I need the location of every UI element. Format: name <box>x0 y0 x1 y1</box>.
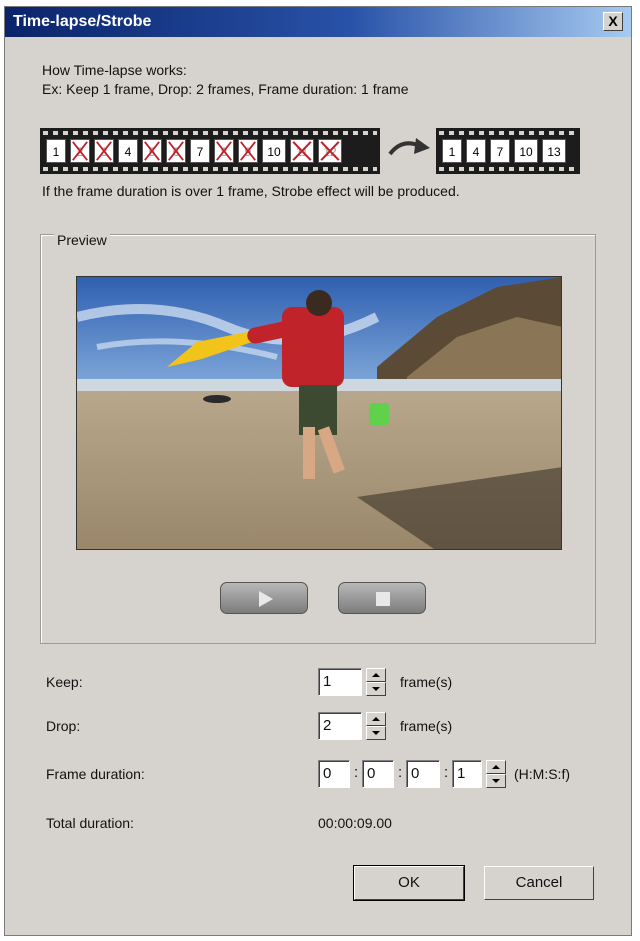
beach-scene-image <box>77 277 561 549</box>
kept-frame: 1 <box>46 139 66 163</box>
cross-mark-icon <box>216 141 232 161</box>
drop-down-arrow-icon[interactable] <box>366 726 386 740</box>
kept-frame: 7 <box>190 139 210 163</box>
frame-duration-label: Frame duration: <box>46 766 145 782</box>
preview-group-label: Preview <box>54 232 110 248</box>
cross-mark-icon <box>168 141 184 161</box>
ok-button[interactable]: OK <box>353 865 465 901</box>
close-icon: X <box>608 13 618 29</box>
close-button[interactable]: X <box>603 12 623 31</box>
dropped-frame: 8 <box>214 139 234 163</box>
duration-up-arrow-icon[interactable] <box>486 760 506 774</box>
cross-mark-icon <box>292 141 312 161</box>
dropped-frame: 12 <box>318 139 342 163</box>
keep-stepper[interactable] <box>366 668 386 696</box>
intro-line-1: How Time-lapse works: <box>42 62 187 78</box>
keep-input[interactable]: 1 <box>318 668 362 696</box>
duration-seconds-input[interactable]: 0 <box>406 760 440 788</box>
cross-mark-icon <box>72 141 88 161</box>
result-filmstrip: 1 4 7 10 13 <box>436 128 580 174</box>
title-bar: Time-lapse/Strobe X <box>5 7 631 37</box>
drop-label: Drop: <box>46 718 81 734</box>
arrow-right-icon <box>388 138 430 156</box>
result-frame: 13 <box>542 139 566 163</box>
drop-unit: frame(s) <box>400 718 453 734</box>
result-frame: 10 <box>514 139 538 163</box>
keep-down-arrow-icon[interactable] <box>366 682 386 696</box>
dropped-frame: 2 <box>70 139 90 163</box>
kept-frame: 4 <box>118 139 138 163</box>
stop-icon <box>376 592 390 606</box>
duration-down-arrow-icon[interactable] <box>486 774 506 788</box>
duration-minutes-input[interactable]: 0 <box>362 760 394 788</box>
cross-mark-icon <box>320 141 340 161</box>
dropped-frame: 5 <box>142 139 162 163</box>
strobe-note: If the frame duration is over 1 frame, S… <box>42 183 460 199</box>
stop-button[interactable] <box>338 582 426 614</box>
result-frame: 7 <box>490 139 510 163</box>
dropped-frame: 6 <box>166 139 186 163</box>
intro-line-2: Ex: Keep 1 frame, Drop: 2 frames, Frame … <box>42 81 409 97</box>
dropped-frame: 3 <box>94 139 114 163</box>
window-title: Time-lapse/Strobe <box>13 13 152 30</box>
source-filmstrip: 123456789101112 <box>40 128 380 174</box>
cancel-button[interactable]: Cancel <box>484 866 594 900</box>
result-frame: 1 <box>442 139 462 163</box>
keep-label: Keep: <box>46 674 83 690</box>
cross-mark-icon <box>96 141 112 161</box>
cross-mark-icon <box>144 141 160 161</box>
dropped-frame: 11 <box>290 139 314 163</box>
drop-up-arrow-icon[interactable] <box>366 712 386 726</box>
time-separator: : <box>444 764 449 781</box>
time-separator: : <box>354 764 359 781</box>
play-button[interactable] <box>220 582 308 614</box>
duration-unit: (H:M:S:f) <box>514 766 570 782</box>
total-duration-value: 00:00:09.00 <box>318 815 392 831</box>
cross-mark-icon <box>240 141 256 161</box>
total-duration-label: Total duration: <box>46 815 134 831</box>
play-icon <box>259 591 273 607</box>
duration-frames-input[interactable]: 1 <box>452 760 482 788</box>
keep-unit: frame(s) <box>400 674 453 690</box>
dropped-frame: 9 <box>238 139 258 163</box>
duration-stepper[interactable] <box>486 760 506 788</box>
time-separator: : <box>398 764 403 781</box>
drop-input[interactable]: 2 <box>318 712 362 740</box>
keep-up-arrow-icon[interactable] <box>366 668 386 682</box>
duration-hours-input[interactable]: 0 <box>318 760 350 788</box>
result-frame: 4 <box>466 139 486 163</box>
kept-frame: 10 <box>262 139 286 163</box>
preview-image <box>76 276 562 550</box>
drop-stepper[interactable] <box>366 712 386 740</box>
